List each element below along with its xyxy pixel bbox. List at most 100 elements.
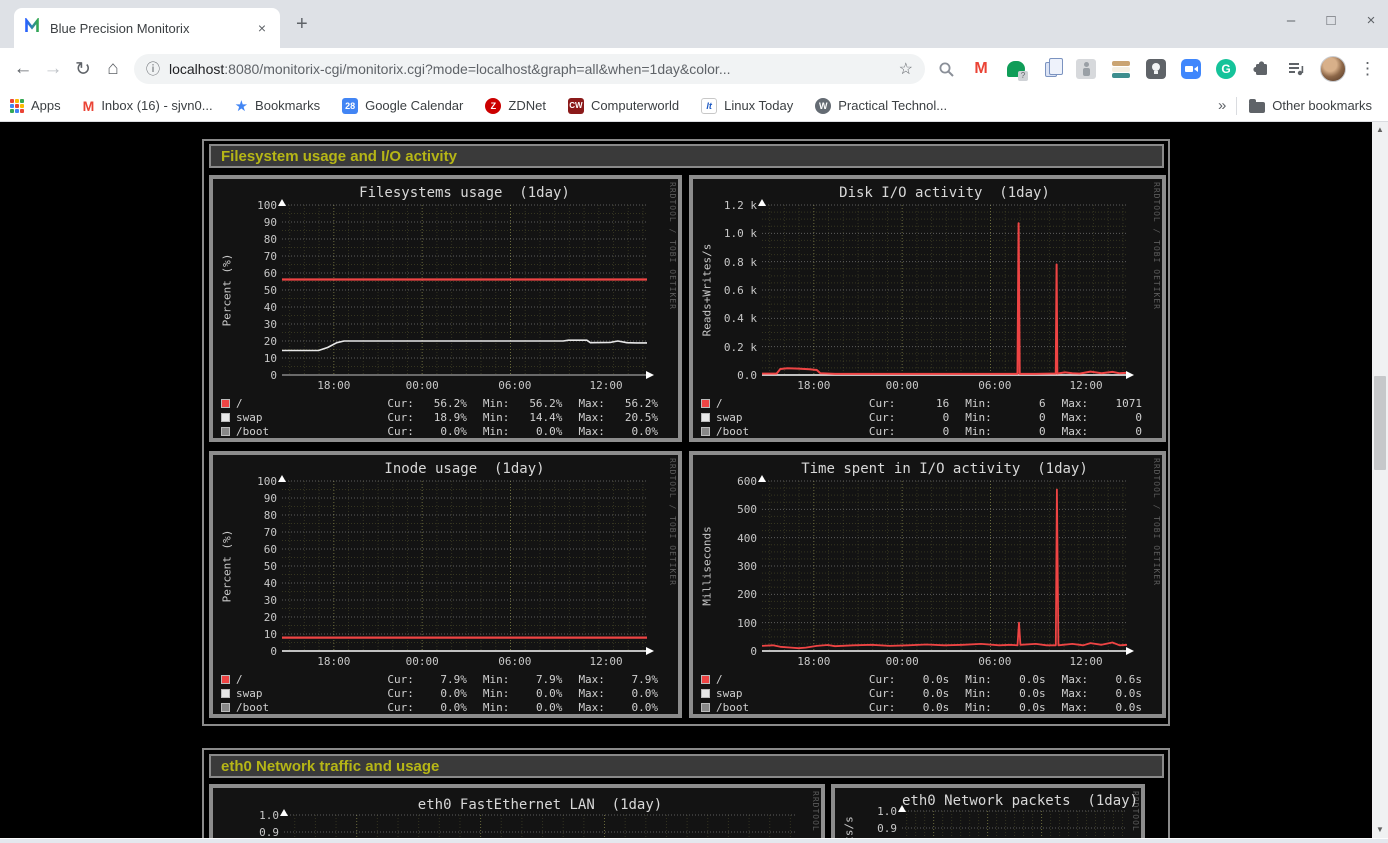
bookmark-zdnet[interactable]: Z ZDNet bbox=[485, 98, 546, 114]
x-tick-label: 18:00 bbox=[304, 655, 364, 668]
reload-icon[interactable]: ↻ bbox=[68, 58, 98, 81]
other-bookmarks-button[interactable]: Other bookmarks bbox=[1249, 98, 1372, 113]
person-extension-icon[interactable] bbox=[1075, 58, 1097, 80]
y-tick-label: 500 bbox=[713, 503, 757, 516]
legend-row: swapCur:18.9%Min:14.4%Max:20.5% bbox=[221, 410, 674, 424]
playlist-extension-icon[interactable] bbox=[1285, 58, 1307, 80]
x-tick-label: 12:00 bbox=[576, 655, 636, 668]
legend-stat-value: 0 bbox=[900, 425, 949, 438]
stack-extension-icon[interactable] bbox=[1110, 58, 1132, 80]
y-tick-label: 0.4 k bbox=[713, 312, 757, 325]
legend-stat-label: Cur: bbox=[387, 397, 418, 410]
back-icon[interactable]: ← bbox=[8, 58, 38, 80]
y-tick-label: 60 bbox=[233, 543, 277, 556]
lightbulb-extension-icon[interactable] bbox=[1145, 58, 1167, 80]
legend-stat-value: 0 bbox=[997, 425, 1046, 438]
legend-stat-label: Min: bbox=[965, 701, 996, 714]
graph-panel-disk-io[interactable]: RRDTOOL / TOBI OETIKERDisk I/O activity … bbox=[689, 175, 1166, 442]
graph-panel-inode-usage[interactable]: RRDTOOL / TOBI OETIKERInode usage (1day)… bbox=[209, 451, 682, 718]
x-tick-label: 06:00 bbox=[965, 379, 1025, 392]
bookmark-practical-technology[interactable]: W Practical Technol... bbox=[815, 98, 947, 114]
legend-stat-value: 0 bbox=[1093, 425, 1142, 438]
legend-row: swapCur:0.0sMin:0.0sMax:0.0s bbox=[701, 686, 1158, 700]
grammarly-extension-icon[interactable]: G bbox=[1215, 58, 1237, 80]
star-icon: ★ bbox=[235, 97, 248, 115]
bookmark-star-icon[interactable]: ☆ bbox=[899, 59, 913, 79]
scrollbar-thumb[interactable] bbox=[1374, 376, 1386, 470]
legend-stat-value: 16 bbox=[900, 397, 949, 410]
y-tick-label: 1.0 k bbox=[713, 227, 757, 240]
legend-row: /Cur:56.2%Min:56.2%Max:56.2% bbox=[221, 396, 674, 410]
window-maximize-button[interactable]: □ bbox=[1324, 12, 1338, 29]
legend-stat-label: Max: bbox=[578, 411, 609, 424]
bookmark-computerworld[interactable]: CW Computerworld bbox=[568, 98, 679, 114]
legend-stat-value: 20.5% bbox=[609, 411, 658, 424]
y-tick-label: 20 bbox=[233, 335, 277, 348]
bookmark-apps[interactable]: Apps bbox=[10, 98, 61, 113]
graph-panel-eth0-traffic[interactable]: RRDTOOL / TOBI OETIKEReth0 FastEthernet … bbox=[209, 784, 825, 838]
legend-stat-label: Cur: bbox=[869, 701, 900, 714]
legend-stat-label: Max: bbox=[578, 397, 609, 410]
gmail-extension-icon[interactable]: M bbox=[970, 58, 992, 80]
y-tick-label: 400 bbox=[713, 532, 757, 545]
y-tick-label: 100 bbox=[713, 617, 757, 630]
new-tab-button[interactable]: + bbox=[296, 16, 308, 32]
window-close-button[interactable]: × bbox=[1364, 12, 1378, 29]
legend-swatch bbox=[701, 413, 710, 422]
search-extension-icon[interactable] bbox=[935, 58, 957, 80]
forward-icon[interactable]: → bbox=[38, 58, 68, 80]
legend-stat-label: Cur: bbox=[869, 425, 900, 438]
bookmark-linux-today[interactable]: lt Linux Today bbox=[701, 98, 793, 114]
legend-stat-label: Cur: bbox=[869, 397, 900, 410]
legend-swatch bbox=[221, 703, 230, 712]
scrollbar-up-icon[interactable]: ▲ bbox=[1372, 122, 1388, 138]
graph-panel-eth0-packets[interactable]: RRDTOOL / TOBI OETIKEReth0 Network packe… bbox=[831, 784, 1145, 838]
legend-stat-label: Min: bbox=[965, 411, 996, 424]
legend-series-name: /boot bbox=[236, 701, 387, 714]
legend-row: /Cur:16Min:6Max:1071 bbox=[701, 396, 1158, 410]
legend-stat-value: 0.0% bbox=[514, 687, 563, 700]
linux-today-icon: lt bbox=[701, 98, 717, 114]
url-text[interactable]: localhost:8080/monitorix-cgi/monitorix.c… bbox=[169, 61, 891, 77]
profile-avatar[interactable] bbox=[1320, 56, 1346, 82]
scrollbar-down-icon[interactable]: ▼ bbox=[1372, 822, 1388, 838]
x-axis-arrow-icon bbox=[1126, 647, 1134, 655]
zoom-extension-icon[interactable] bbox=[1180, 58, 1202, 80]
legend-stat-label: Min: bbox=[965, 425, 996, 438]
page-content: Filesystem usage and I/O activity RRDTOO… bbox=[0, 122, 1388, 838]
graph-panel-io-time[interactable]: RRDTOOL / TOBI OETIKERTime spent in I/O … bbox=[689, 451, 1166, 718]
computerworld-icon: CW bbox=[568, 98, 584, 114]
legend-stat-value: 0.0s bbox=[997, 687, 1046, 700]
bookmark-inbox[interactable]: M Inbox (16) - sjvn0... bbox=[83, 98, 213, 114]
y-tick-label: 30 bbox=[233, 318, 277, 331]
apps-grid-icon bbox=[10, 99, 24, 113]
bookmarks-overflow-chevron[interactable]: » bbox=[1218, 97, 1226, 114]
y-tick-label: 10 bbox=[233, 352, 277, 365]
tab-close-icon[interactable]: × bbox=[254, 20, 270, 36]
legend-series-name: swap bbox=[716, 687, 869, 700]
google-voice-extension-icon[interactable]: ? bbox=[1005, 58, 1027, 80]
puzzle-extensions-icon[interactable] bbox=[1250, 58, 1272, 80]
copy-pages-extension-icon[interactable] bbox=[1040, 58, 1062, 80]
legend-row: /bootCur:0.0%Min:0.0%Max:0.0% bbox=[221, 424, 674, 438]
browser-menu-icon[interactable]: ⋮ bbox=[1359, 59, 1376, 79]
address-bar[interactable]: ⓘ localhost:8080/monitorix-cgi/monitorix… bbox=[134, 54, 925, 84]
home-icon[interactable]: ⌂ bbox=[98, 58, 128, 80]
y-axis-arrow-icon bbox=[758, 475, 766, 482]
window-minimize-button[interactable]: – bbox=[1284, 12, 1298, 29]
legend-stat-value: 0.0% bbox=[514, 701, 563, 714]
bookmark-bookmarks[interactable]: ★ Bookmarks bbox=[235, 97, 320, 115]
chart-legend: /Cur:7.9%Min:7.9%Max:7.9%swapCur:0.0%Min… bbox=[221, 672, 674, 714]
series-root bbox=[762, 490, 1127, 649]
y-axis-arrow-icon bbox=[278, 475, 286, 482]
vertical-scrollbar[interactable]: ▲ ▼ bbox=[1372, 122, 1388, 838]
gmail-icon: M bbox=[83, 98, 95, 114]
browser-tab[interactable]: Blue Precision Monitorix × bbox=[14, 8, 280, 48]
graph-panel-filesystems-usage[interactable]: RRDTOOL / TOBI OETIKERFilesystems usage … bbox=[209, 175, 682, 442]
bookmark-google-calendar[interactable]: 28 Google Calendar bbox=[342, 98, 463, 114]
x-tick-label: 00:00 bbox=[392, 655, 452, 668]
page-info-icon[interactable]: ⓘ bbox=[146, 59, 160, 79]
legend-stat-label: Min: bbox=[483, 687, 514, 700]
legend-stat-label: Cur: bbox=[387, 687, 418, 700]
x-tick-label: 12:00 bbox=[1056, 379, 1116, 392]
